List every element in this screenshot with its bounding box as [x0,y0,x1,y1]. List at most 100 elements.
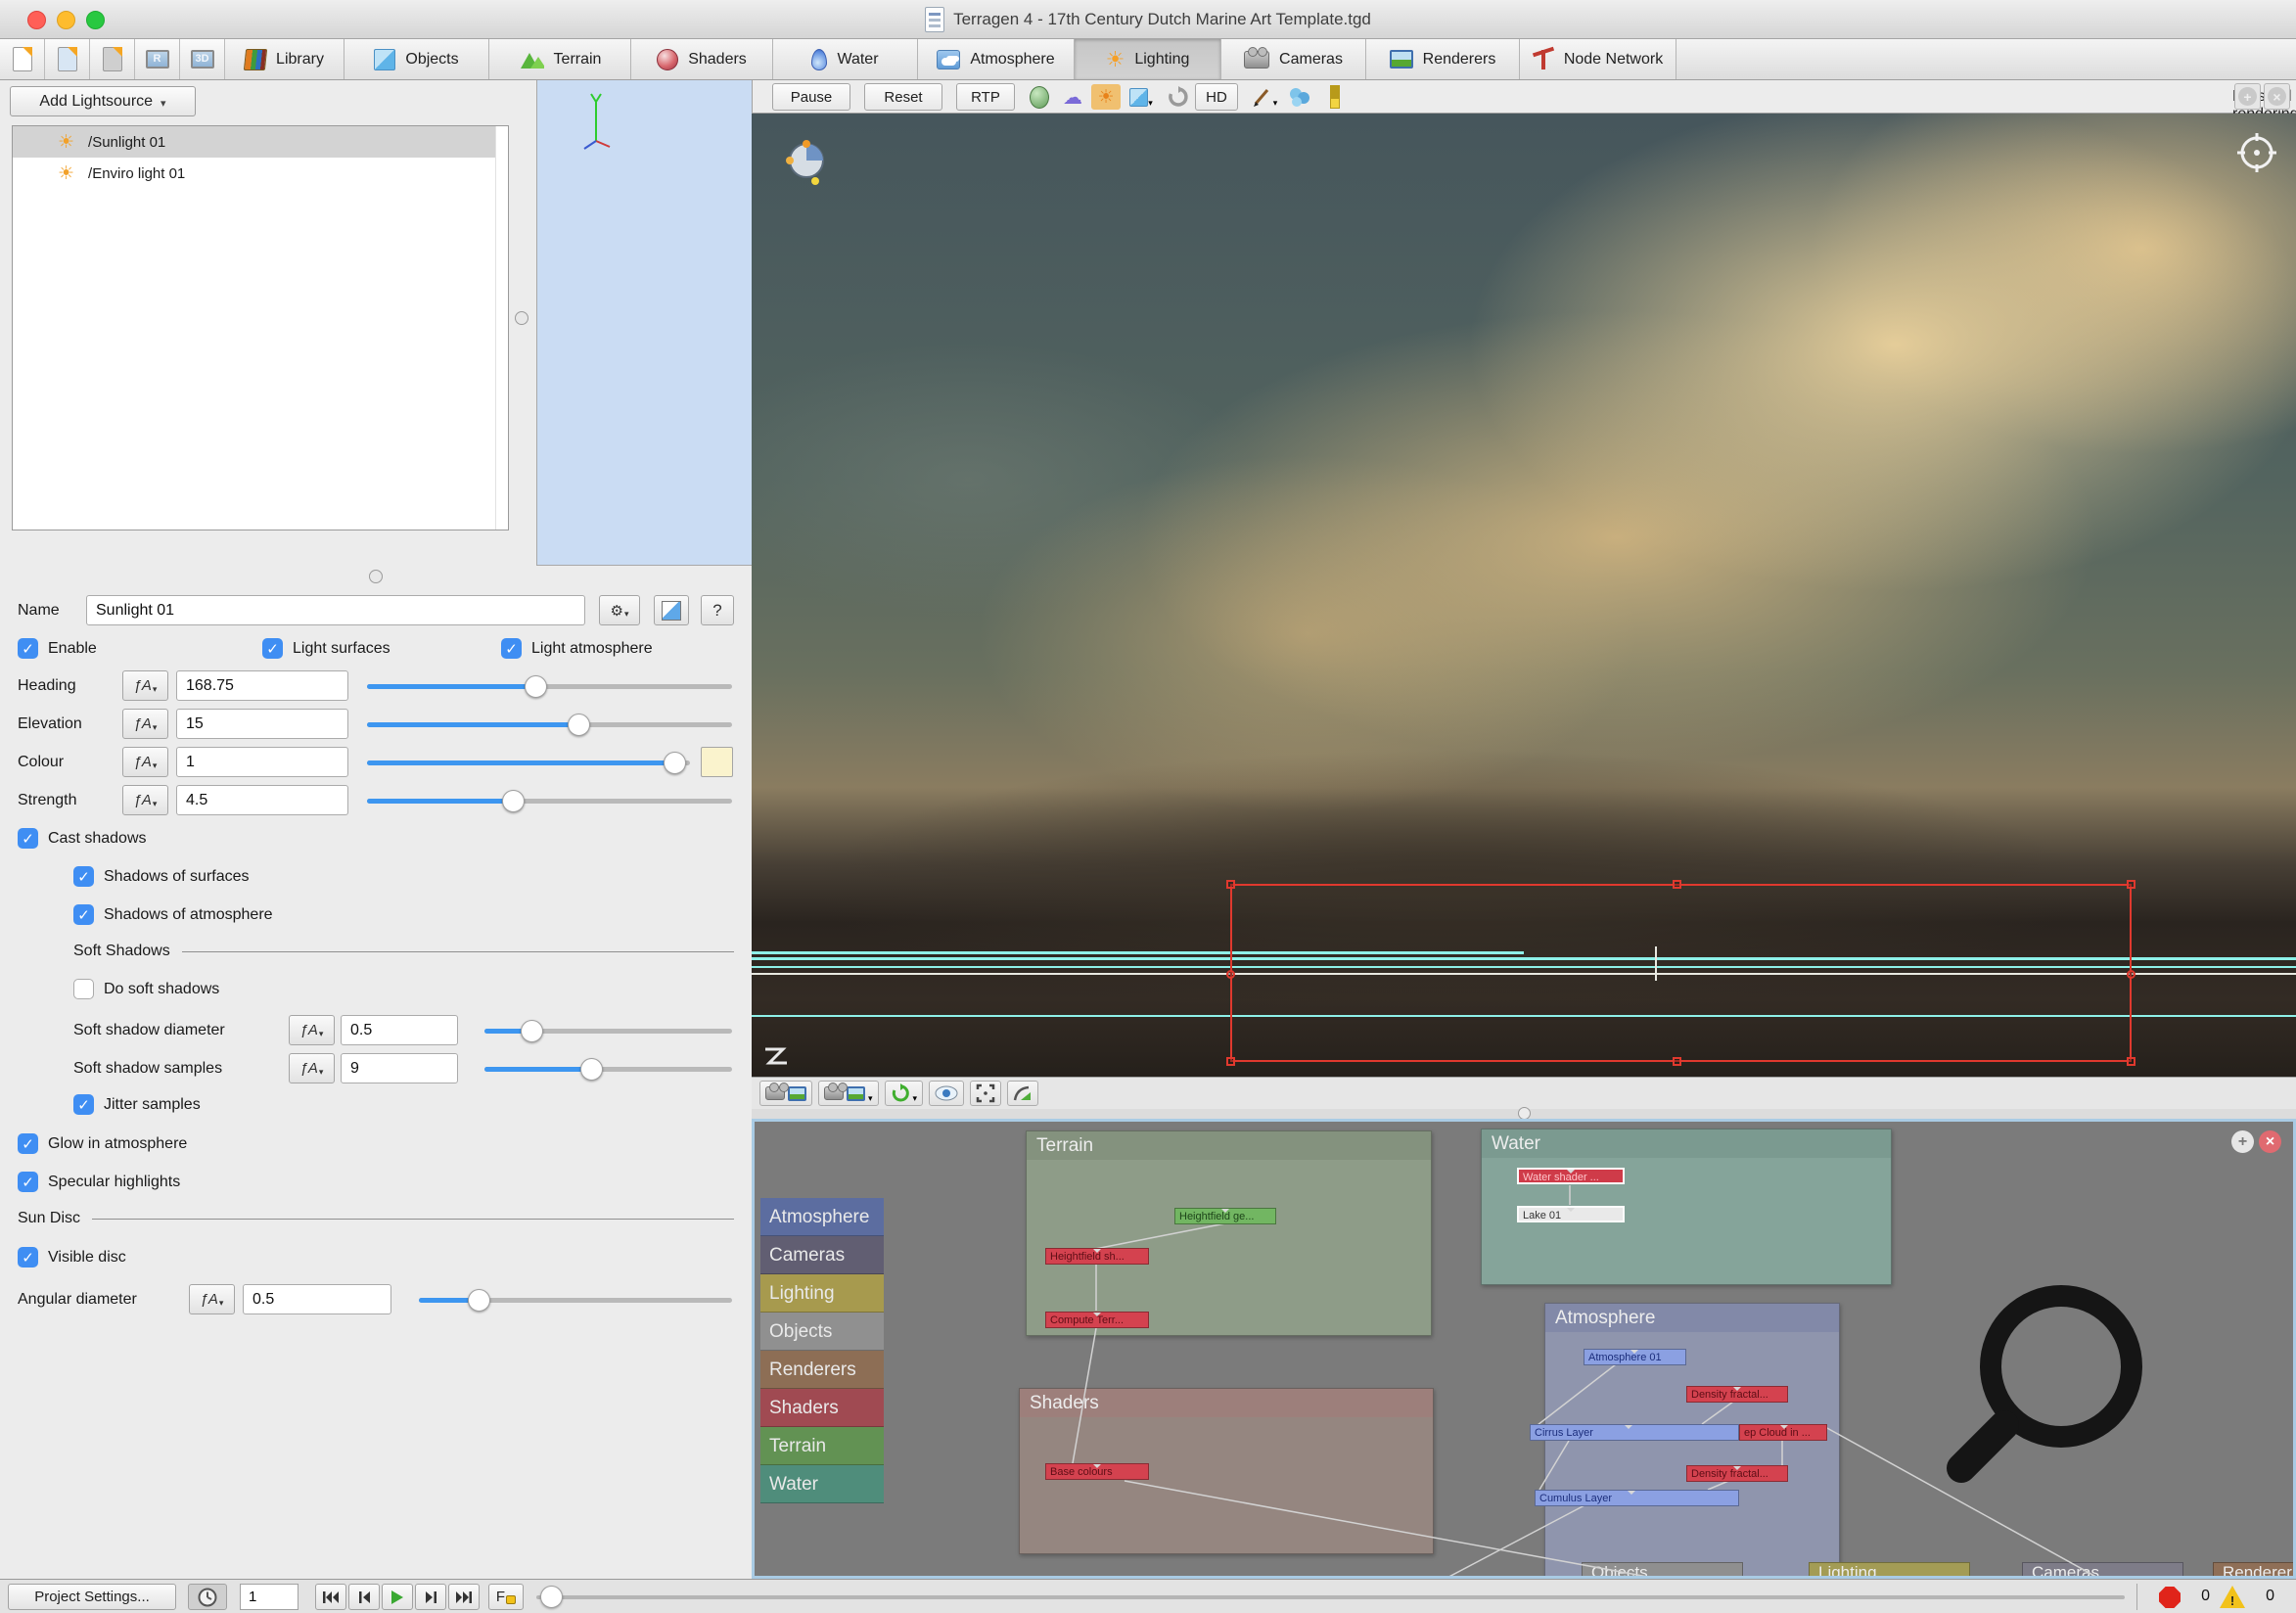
camera-view-button[interactable] [759,1081,812,1106]
slider-thumb[interactable] [521,1020,543,1042]
soft-shadow-samples-input[interactable] [341,1053,458,1083]
atmosphere-toggle-button[interactable]: ☁ [1058,84,1087,110]
horizontal-splitter-handle[interactable] [369,570,383,583]
camera-gizmo-icon[interactable] [779,133,834,188]
help-button[interactable]: ? [701,595,734,625]
node-water-shader[interactable]: Water shader ... [1517,1168,1625,1184]
render-view-button[interactable]: R [135,39,180,79]
soft-shadow-diameter-input[interactable] [341,1015,458,1045]
shadows-of-atmosphere-checkbox[interactable]: ✓Shadows of atmosphere [73,904,273,925]
refresh-view-button[interactable]: ▾ [885,1081,924,1106]
slider-thumb[interactable] [568,714,590,736]
previous-frame-button[interactable] [348,1584,380,1610]
paint-tool-button[interactable]: ▾ [1250,84,1279,110]
cameras-group[interactable]: Cameras [2022,1562,2183,1579]
heading-input[interactable] [176,670,348,701]
tab-cameras[interactable]: Cameras [1221,39,1366,79]
selection-handle[interactable] [1673,1057,1681,1066]
node-network-add-button[interactable]: + [2231,1130,2254,1153]
soft-shadow-diameter-function-button[interactable]: ƒA▾ [289,1015,335,1045]
fit-view-button[interactable] [970,1081,1001,1106]
node-density-fractal-2[interactable]: Density fractal... [1686,1465,1788,1482]
name-input[interactable] [86,595,585,625]
frame-number-input[interactable] [240,1584,298,1610]
vertical-splitter-handle[interactable] [515,311,528,325]
objects-toggle-button[interactable]: ▾ [1126,84,1156,110]
node-heightfield-shader[interactable]: Heightfield sh... [1045,1248,1149,1265]
compass-icon[interactable] [2235,131,2278,174]
timeline-slider[interactable] [536,1595,2125,1599]
selection-handle[interactable] [1226,880,1235,889]
slider-thumb[interactable] [468,1289,490,1312]
render-view[interactable] [752,114,2296,1077]
node-compute-terrain[interactable]: Compute Terr... [1045,1312,1149,1328]
slider-thumb[interactable] [525,675,547,698]
category-water[interactable]: Water [760,1465,884,1503]
frame-lock-button[interactable]: F [488,1584,524,1610]
shadows-of-surfaces-checkbox[interactable]: ✓Shadows of surfaces [73,866,250,887]
object-spheres-button[interactable] [1285,84,1314,110]
preview-3d-pane[interactable] [536,80,752,566]
jitter-samples-checkbox[interactable]: ✓Jitter samples [73,1094,201,1115]
rtp-button[interactable]: RTP [956,83,1015,111]
preview-toggle-button[interactable] [654,595,689,625]
strength-slider[interactable] [367,785,732,815]
measure-tool-button[interactable] [1320,84,1350,110]
colour-function-button[interactable]: ƒA▾ [122,747,168,777]
save-project-button[interactable] [90,39,135,79]
next-frame-button[interactable] [415,1584,446,1610]
specular-highlights-checkbox[interactable]: ✓Specular highlights [18,1172,180,1192]
enable-checkbox[interactable]: ✓Enable [18,638,97,659]
cast-shadows-checkbox[interactable]: ✓Cast shadows [18,828,147,849]
category-shaders[interactable]: Shaders [760,1389,884,1427]
light-surfaces-checkbox[interactable]: ✓Light surfaces [262,638,390,659]
angular-diameter-function-button[interactable]: ƒA▾ [189,1284,235,1314]
tab-library[interactable]: Library [225,39,344,79]
renderer-group[interactable]: Renderer [2213,1562,2296,1579]
category-renderers[interactable]: Renderers [760,1351,884,1389]
tab-terrain[interactable]: Terrain [489,39,631,79]
camera-image-select-button[interactable]: ▾ [818,1081,879,1106]
strength-function-button[interactable]: ƒA▾ [122,785,168,815]
atmosphere-group[interactable]: Atmosphere [1544,1303,1840,1579]
slider-thumb[interactable] [502,790,525,812]
render-quality-sphere-button[interactable] [1025,84,1054,110]
node-cloud[interactable]: ep Cloud in ... [1739,1424,1827,1441]
light-atmosphere-checkbox[interactable]: ✓Light atmosphere [501,638,653,659]
last-frame-button[interactable] [448,1584,480,1610]
tab-renderers[interactable]: Renderers [1366,39,1520,79]
tab-node-network[interactable]: Node Network [1520,39,1676,79]
lighting-group[interactable]: Lighting [1809,1562,1970,1579]
slider-thumb[interactable] [664,752,686,774]
gear-menu-button[interactable]: ⚙▾ [599,595,640,625]
node-network-pane[interactable]: Terrain Water Shaders Atmosphere Objects… [752,1119,2296,1579]
strength-input[interactable] [176,785,348,815]
node-base-colours[interactable]: Base colours [1045,1463,1149,1480]
hd-button[interactable]: HD [1195,83,1238,111]
add-lightsource-button[interactable]: Add Lightsource ▾ [10,86,196,116]
pause-button[interactable]: Pause [772,83,850,111]
selection-handle[interactable] [1226,970,1235,979]
refresh-render-button[interactable] [1164,84,1193,110]
list-scrollbar[interactable] [495,126,508,530]
selection-handle[interactable] [2127,970,2135,979]
category-lighting[interactable]: Lighting [760,1274,884,1313]
node-cumulus-layer[interactable]: Cumulus Layer [1535,1490,1739,1506]
drag-corner-icon[interactable] [763,1047,789,1067]
timeline-clock-button[interactable] [188,1584,227,1610]
category-cameras[interactable]: Cameras [760,1236,884,1274]
tab-objects[interactable]: Objects [344,39,489,79]
node-cirrus-layer[interactable]: Cirrus Layer [1530,1424,1739,1441]
category-terrain[interactable]: Terrain [760,1427,884,1465]
timeline-thumb[interactable] [540,1586,563,1608]
new-project-button[interactable] [0,39,45,79]
elevation-slider[interactable] [367,709,732,739]
tab-atmosphere[interactable]: Atmosphere [918,39,1075,79]
tab-water[interactable]: Water [773,39,918,79]
heading-function-button[interactable]: ƒA▾ [122,670,168,701]
visibility-toggle-button[interactable] [929,1081,964,1106]
category-objects[interactable]: Objects [760,1313,884,1351]
node-network-close-button[interactable]: × [2259,1130,2281,1153]
elevation-input[interactable] [176,709,348,739]
reset-button[interactable]: Reset [864,83,942,111]
